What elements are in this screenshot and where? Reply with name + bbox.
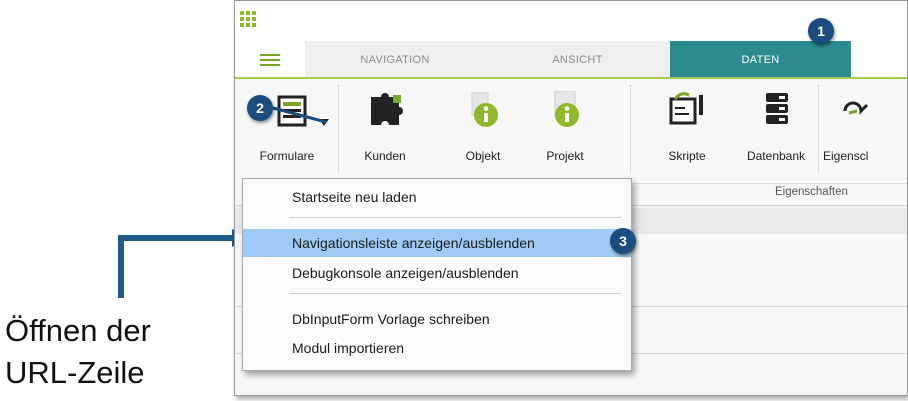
- step-badge-1: 1: [808, 18, 834, 44]
- step-badge-2: 2: [247, 95, 273, 121]
- badge-connector: [272, 106, 327, 124]
- step-badge-3: 3: [610, 228, 636, 254]
